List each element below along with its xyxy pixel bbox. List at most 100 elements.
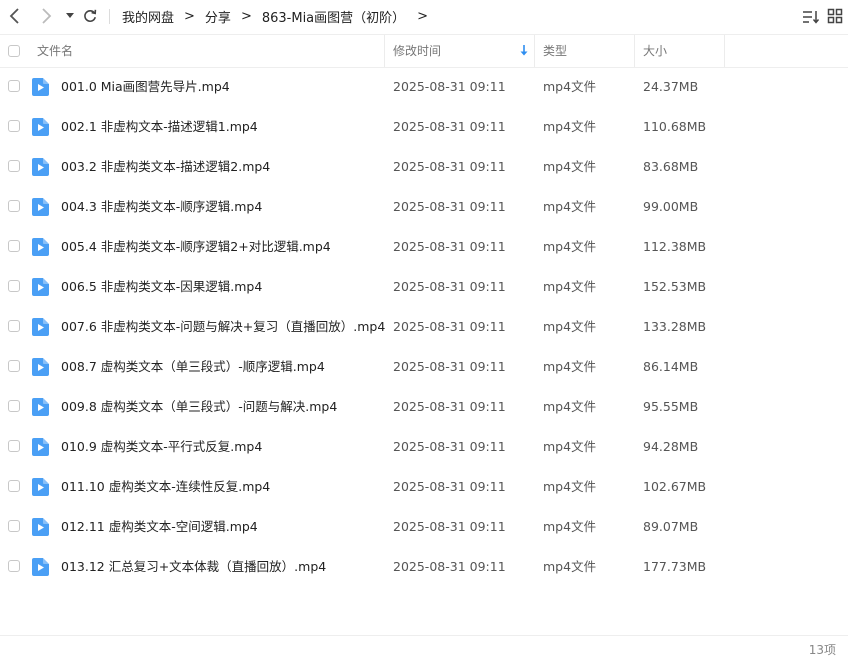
file-name[interactable]: 001.0 Mia画图营先导片.mp4 [61, 67, 230, 107]
column-divider[interactable] [384, 35, 385, 67]
table-row[interactable]: 008.7 虚构类文本（单三段式）-顺序逻辑.mp4 2025-08-31 09:… [0, 347, 848, 387]
video-file-icon [32, 398, 49, 416]
file-modified-time: 2025-08-31 09:11 [393, 279, 506, 294]
column-header-name[interactable]: 文件名 [37, 35, 73, 67]
file-type: mp4文件 [543, 319, 597, 334]
file-type: mp4文件 [543, 439, 597, 454]
table-row[interactable]: 012.11 虚构类文本-空间逻辑.mp4 2025-08-31 09:11 mp4… [0, 507, 848, 547]
file-name[interactable]: 008.7 虚构类文本（单三段式）-顺序逻辑.mp4 [61, 347, 325, 387]
table-row[interactable]: 013.12 汇总复习+文本体裁（直播回放）.mp4 2025-08-31 09:… [0, 547, 848, 587]
column-divider[interactable] [534, 35, 535, 67]
sort-descending-icon [520, 45, 528, 56]
breadcrumb-separator: > [240, 9, 252, 24]
video-file-icon [32, 198, 49, 216]
row-checkbox[interactable] [8, 320, 20, 332]
table-row[interactable]: 011.10 虚构类文本-连续性反复.mp4 2025-08-31 09:11 mp… [0, 467, 848, 507]
file-name[interactable]: 013.12 汇总复习+文本体裁（直播回放）.mp4 [61, 547, 326, 587]
breadcrumb-item-current-folder[interactable]: 863-Mia画图营（初阶） [262, 7, 405, 26]
row-checkbox[interactable] [8, 480, 20, 492]
column-header-modified[interactable]: 修改时间 [393, 35, 441, 67]
video-file-icon [32, 358, 49, 376]
toolbar-divider [109, 9, 110, 24]
row-checkbox[interactable] [8, 280, 20, 292]
sort-list-icon [803, 11, 820, 24]
row-checkbox[interactable] [8, 520, 20, 532]
video-file-icon [32, 558, 49, 576]
table-row[interactable]: 010.9 虚构类文本-平行式反复.mp4 2025-08-31 09:11 mp4… [0, 427, 848, 467]
select-all-checkbox[interactable] [8, 45, 20, 57]
table-row[interactable]: 005.4 非虚构类文本-顺序逻辑2+对比逻辑.mp4 2025-08-31 09… [0, 227, 848, 267]
status-bar: 13项 [0, 635, 848, 663]
row-checkbox[interactable] [8, 80, 20, 92]
file-name[interactable]: 004.3 非虚构类文本-顺序逻辑.mp4 [61, 187, 262, 227]
column-header-size[interactable]: 大小 [643, 35, 667, 67]
grid-view-button[interactable] [827, 8, 845, 26]
file-name[interactable]: 007.6 非虚构类文本-问题与解决+复习（直播回放）.mp4 [61, 307, 385, 347]
file-modified-time: 2025-08-31 09:11 [393, 359, 506, 374]
breadcrumb-expand-button[interactable]: > [417, 9, 428, 24]
table-row[interactable]: 004.3 非虚构类文本-顺序逻辑.mp4 2025-08-31 09:11 mp4… [0, 187, 848, 227]
file-modified-time: 2025-08-31 09:11 [393, 559, 506, 574]
row-checkbox[interactable] [8, 200, 20, 212]
table-row[interactable]: 003.2 非虚构类文本-描述逻辑2.mp4 2025-08-31 09:11 mp… [0, 147, 848, 187]
video-file-icon [32, 238, 49, 256]
column-divider[interactable] [634, 35, 635, 67]
breadcrumb-separator: > [184, 9, 195, 24]
file-size: 99.00MB [643, 199, 699, 214]
file-type: mp4文件 [543, 359, 597, 374]
file-size: 110.68MB [643, 119, 707, 134]
breadcrumb-item-share[interactable]: 分享 [205, 7, 231, 26]
file-name[interactable]: 011.10 虚构类文本-连续性反复.mp4 [61, 467, 270, 507]
video-file-icon [32, 478, 49, 496]
table-row[interactable]: 001.0 Mia画图营先导片.mp4 2025-08-31 09:11 mp4文件… [0, 67, 848, 107]
refresh-button[interactable] [80, 6, 100, 26]
refresh-icon [84, 9, 97, 22]
file-modified-time: 2025-08-31 09:11 [393, 159, 506, 174]
file-type: mp4文件 [543, 399, 597, 414]
column-header-type[interactable]: 类型 [543, 35, 567, 67]
file-size: 24.37MB [643, 79, 699, 94]
video-file-icon [32, 438, 49, 456]
sort-button[interactable] [802, 8, 820, 26]
file-name[interactable]: 009.8 虚构类文本（单三段式）-问题与解决.mp4 [61, 387, 337, 427]
table-row[interactable]: 006.5 非虚构类文本-因果逻辑.mp4 2025-08-31 09:11 mp4… [0, 267, 848, 307]
file-modified-time: 2025-08-31 09:11 [393, 79, 506, 94]
file-size: 86.14MB [643, 359, 699, 374]
row-checkbox[interactable] [8, 560, 20, 572]
video-file-icon [32, 278, 49, 296]
file-size: 152.53MB [643, 279, 707, 294]
file-name[interactable]: 005.4 非虚构类文本-顺序逻辑2+对比逻辑.mp4 [61, 227, 331, 267]
forward-button[interactable] [36, 6, 56, 26]
file-type: mp4文件 [543, 159, 597, 174]
table-header: 文件名 修改时间 类型 大小 [0, 34, 848, 68]
table-row[interactable]: 009.8 虚构类文本（单三段式）-问题与解决.mp4 2025-08-31 09… [0, 387, 848, 427]
video-file-icon [32, 318, 49, 336]
row-checkbox[interactable] [8, 120, 20, 132]
back-button[interactable] [5, 6, 25, 26]
video-file-icon [32, 158, 49, 176]
history-dropdown-button[interactable] [60, 6, 80, 26]
file-type: mp4文件 [543, 239, 597, 254]
file-name[interactable]: 010.9 虚构类文本-平行式反复.mp4 [61, 427, 262, 467]
video-file-icon [32, 78, 49, 96]
file-name[interactable]: 006.5 非虚构类文本-因果逻辑.mp4 [61, 267, 262, 307]
breadcrumb-item-my-drive[interactable]: 我的网盘 [122, 7, 174, 26]
row-checkbox[interactable] [8, 240, 20, 252]
file-modified-time: 2025-08-31 09:11 [393, 239, 506, 254]
file-size: 95.55MB [643, 399, 699, 414]
file-type: mp4文件 [543, 199, 597, 214]
file-size: 89.07MB [643, 519, 699, 534]
row-checkbox[interactable] [8, 360, 20, 372]
file-modified-time: 2025-08-31 09:11 [393, 479, 506, 494]
table-row[interactable]: 002.1 非虚构文本-描述逻辑1.mp4 2025-08-31 09:11 mp4… [0, 107, 848, 147]
file-type: mp4文件 [543, 559, 597, 574]
row-checkbox[interactable] [8, 400, 20, 412]
chevron-left-icon [9, 8, 19, 24]
table-row[interactable]: 007.6 非虚构类文本-问题与解决+复习（直播回放）.mp4 2025-08-3… [0, 307, 848, 347]
row-checkbox[interactable] [8, 160, 20, 172]
file-name[interactable]: 012.11 虚构类文本-空间逻辑.mp4 [61, 507, 258, 547]
row-checkbox[interactable] [8, 440, 20, 452]
column-divider[interactable] [724, 35, 725, 67]
file-name[interactable]: 002.1 非虚构文本-描述逻辑1.mp4 [61, 107, 258, 147]
file-name[interactable]: 003.2 非虚构类文本-描述逻辑2.mp4 [61, 147, 270, 187]
